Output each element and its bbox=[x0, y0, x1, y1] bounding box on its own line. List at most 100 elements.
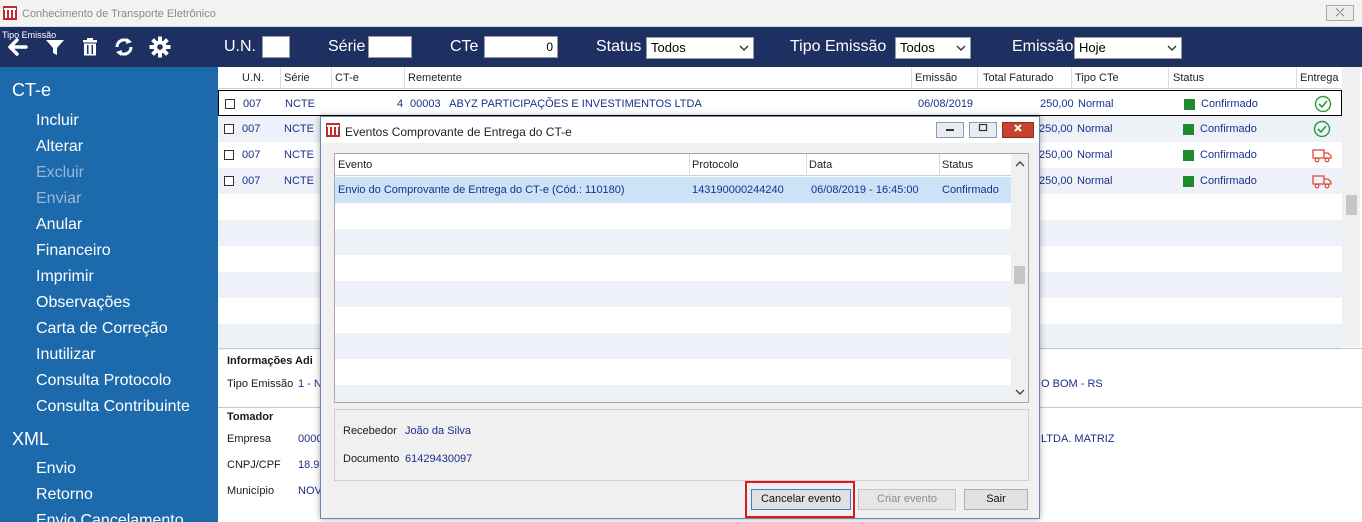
status-indicator bbox=[1184, 99, 1195, 110]
tipo-emissao-label: Tipo Emissão bbox=[790, 38, 887, 55]
sidebar-item-excluir[interactable]: Excluir bbox=[36, 164, 84, 182]
chevron-down-icon bbox=[956, 45, 966, 51]
col-status[interactable]: Status bbox=[1173, 72, 1204, 84]
tipo-emissao-info-value: 1 - N bbox=[298, 378, 322, 390]
back-arrow-icon[interactable] bbox=[6, 36, 28, 58]
truck-icon[interactable] bbox=[1312, 146, 1332, 164]
toolbar: Tipo Emissão U.N. Série CTe 0 Status Tod… bbox=[0, 27, 1362, 67]
status-label: Status bbox=[596, 38, 642, 55]
close-icon bbox=[1014, 124, 1022, 132]
cell-un: 007 bbox=[242, 175, 261, 187]
sidebar-item-envio[interactable]: Envio bbox=[36, 460, 76, 478]
chevron-down-icon bbox=[739, 45, 749, 51]
emissao-select[interactable]: Hoje bbox=[1074, 37, 1182, 59]
grid-scrollbar[interactable] bbox=[1342, 67, 1360, 347]
sidebar-item-financeiro[interactable]: Financeiro bbox=[36, 242, 111, 260]
scroll-up-icon[interactable] bbox=[1015, 160, 1025, 168]
tipo-emissao-info-label: Tipo Emissão bbox=[227, 378, 294, 390]
highlight-box bbox=[745, 481, 855, 518]
status-select[interactable]: Todos bbox=[646, 37, 754, 59]
sidebar: CT-e Incluir Alterar Excluir Enviar Anul… bbox=[0, 67, 218, 522]
check-circle-icon[interactable] bbox=[1312, 120, 1332, 138]
eventos-scrollbar[interactable] bbox=[1011, 154, 1028, 402]
refresh-icon[interactable] bbox=[113, 36, 135, 58]
sidebar-item-anular[interactable]: Anular bbox=[36, 216, 82, 234]
col-tipo-cte[interactable]: Tipo CTe bbox=[1075, 72, 1119, 84]
criar-evento-button[interactable]: Criar evento bbox=[858, 489, 956, 510]
sidebar-item-consulta-protocolo[interactable]: Consulta Protocolo bbox=[36, 372, 171, 390]
col-emissao[interactable]: Emissão bbox=[915, 72, 957, 84]
truck-icon[interactable] bbox=[1312, 172, 1332, 190]
gear-icon[interactable] bbox=[149, 36, 171, 58]
emissao-select-value: Hoje bbox=[1079, 40, 1106, 55]
maximize-button[interactable] bbox=[969, 122, 997, 138]
municipio-label: Município bbox=[227, 485, 275, 497]
col-status[interactable]: Status bbox=[942, 159, 973, 171]
dialog-close-button[interactable] bbox=[1002, 122, 1034, 138]
filter-icon[interactable] bbox=[44, 36, 66, 58]
col-data[interactable]: Data bbox=[809, 159, 832, 171]
empty-row bbox=[335, 203, 1011, 229]
sidebar-item-consulta-contribuinte[interactable]: Consulta Contribuinte bbox=[36, 398, 190, 416]
cell-tipo: Normal bbox=[1077, 175, 1113, 187]
trash-icon[interactable] bbox=[79, 36, 101, 58]
sidebar-item-retorno[interactable]: Retorno bbox=[36, 486, 93, 504]
sidebar-item-carta-correcao[interactable]: Carta de Correção bbox=[36, 320, 168, 338]
app-logo-icon bbox=[326, 123, 340, 137]
status-indicator bbox=[1183, 150, 1194, 161]
col-un[interactable]: U.N. bbox=[242, 72, 264, 84]
cell-tipo: Normal bbox=[1078, 98, 1114, 110]
sidebar-item-enviar[interactable]: Enviar bbox=[36, 190, 81, 208]
tipo-emissao-select[interactable]: Todos bbox=[895, 37, 971, 59]
cell-cte: 4 bbox=[397, 98, 404, 110]
evento-row[interactable]: Envio do Comprovante de Entrega do CT-e … bbox=[335, 177, 1011, 203]
window-titlebar: Conhecimento de Transporte Eletrônico ⤫ bbox=[0, 0, 1362, 27]
maximize-icon bbox=[978, 123, 988, 132]
table-row[interactable]: 007 NCTE 4 00003 ABYZ PARTICIPAÇÕES E IN… bbox=[218, 90, 1342, 116]
empty-row bbox=[335, 333, 1011, 359]
scrollbar-thumb[interactable] bbox=[1014, 266, 1025, 284]
row-checkbox[interactable] bbox=[224, 150, 234, 160]
row-checkbox[interactable] bbox=[225, 99, 235, 109]
sidebar-item-alterar[interactable]: Alterar bbox=[36, 138, 83, 156]
col-remetente[interactable]: Remetente bbox=[408, 72, 462, 84]
serie-input[interactable] bbox=[368, 36, 412, 58]
cell-total: 250,00 bbox=[1039, 123, 1073, 135]
cte-label: CTe bbox=[450, 38, 479, 55]
status-indicator bbox=[1183, 124, 1194, 135]
sidebar-item-envio-cancelamento[interactable]: Envio Cancelamento bbox=[36, 512, 184, 522]
col-serie[interactable]: Série bbox=[284, 72, 310, 84]
recebedor-panel: Recebedor João da Silva Documento 614294… bbox=[334, 409, 1029, 481]
tomador-title: Tomador bbox=[227, 411, 274, 423]
col-evento[interactable]: Evento bbox=[338, 159, 372, 171]
window-close-button[interactable]: ⤫ bbox=[1326, 5, 1354, 21]
sidebar-item-imprimir[interactable]: Imprimir bbox=[36, 268, 94, 286]
check-circle-icon[interactable] bbox=[1313, 95, 1333, 113]
cte-input[interactable]: 0 bbox=[484, 36, 558, 58]
sidebar-item-inutilizar[interactable]: Inutilizar bbox=[36, 346, 96, 364]
scrollbar-thumb[interactable] bbox=[1346, 195, 1357, 215]
col-entrega[interactable]: Entrega bbox=[1300, 72, 1339, 84]
empresa-name-value: LTDA. MATRIZ bbox=[1041, 433, 1115, 445]
col-protocolo[interactable]: Protocolo bbox=[692, 159, 738, 171]
sair-button[interactable]: Sair bbox=[964, 489, 1028, 510]
row-checkbox[interactable] bbox=[224, 124, 234, 134]
emissao-label: Emissão bbox=[1012, 38, 1074, 55]
status-select-value: Todos bbox=[651, 40, 686, 55]
documento-value: 61429430097 bbox=[405, 453, 473, 465]
cnpj-label: CNPJ/CPF bbox=[227, 459, 281, 471]
cell-total: 250,00 bbox=[1039, 175, 1073, 187]
recebedor-value: João da Silva bbox=[405, 425, 472, 437]
empty-row bbox=[335, 255, 1011, 281]
row-checkbox[interactable] bbox=[224, 176, 234, 186]
scroll-down-icon[interactable] bbox=[1015, 388, 1025, 396]
minimize-button[interactable] bbox=[936, 122, 964, 138]
un-input[interactable] bbox=[262, 36, 290, 58]
eventos-dialog: Eventos Comprovante de Entrega do CT-e E… bbox=[320, 116, 1040, 519]
col-cte[interactable]: CT-e bbox=[335, 72, 359, 84]
cell-status: Confirmado bbox=[1200, 175, 1257, 187]
col-total-faturado[interactable]: Total Faturado bbox=[983, 72, 1053, 84]
dialog-titlebar: Eventos Comprovante de Entrega do CT-e bbox=[321, 117, 1039, 143]
sidebar-item-incluir[interactable]: Incluir bbox=[36, 112, 79, 130]
sidebar-item-observacoes[interactable]: Observações bbox=[36, 294, 130, 312]
